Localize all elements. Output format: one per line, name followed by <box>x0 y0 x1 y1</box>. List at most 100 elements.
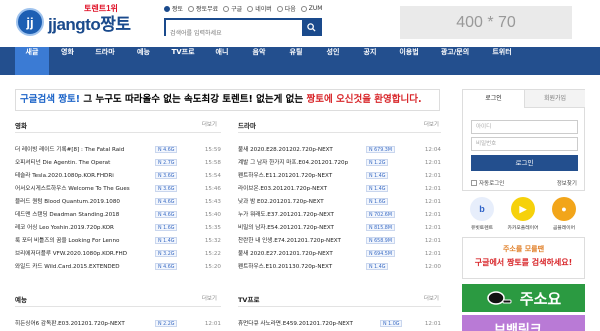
list-item[interactable]: 테슬라 Tesla.2020.1080p.KOR.FHDRi N 3.6G 15:5… <box>15 171 221 181</box>
item-title[interactable]: 계발 그 남자 한가지 마프.E04.201201.720p <box>238 158 363 168</box>
nav-item-new[interactable]: 새글 <box>15 47 49 75</box>
item-title[interactable]: 누가 뭐래도.E37.201201.720p-NEXT <box>238 210 363 220</box>
search-button[interactable] <box>302 20 320 34</box>
more-link[interactable]: 더보기 <box>424 120 439 128</box>
nav-item-anime[interactable]: 애니 <box>204 47 240 75</box>
search-option-naver[interactable]: 네이버 <box>247 4 272 13</box>
more-link[interactable]: 더보기 <box>424 294 439 302</box>
item-time: 12:01 <box>424 321 441 327</box>
list-item[interactable]: 계발 그 남자 한가지 마프.E04.201201.720p N 1.2G 12:0… <box>238 158 441 168</box>
promo-line-2: 구글에서 짱토를 검색하세요! <box>474 258 573 267</box>
app-kakao-player[interactable]: ▶ 카카오플레이어 <box>503 197 543 235</box>
item-title[interactable]: 브리에저더플루 VFW.2020.1080p.KOR.FHD <box>15 249 152 259</box>
tab-login[interactable]: 로그인 <box>463 90 524 108</box>
list-item[interactable]: 찬란한 내 인생.E74.201201.720p-NEXT N 658.9M 12:… <box>238 236 441 246</box>
search-input[interactable] <box>166 26 302 41</box>
divider <box>15 306 221 307</box>
item-title[interactable]: 더 레이빙 레이드 기록#[8] : The Fatal Raid <box>15 145 152 155</box>
nav-item-drama[interactable]: 드라마 <box>86 47 124 75</box>
app-gom-player[interactable]: ● 곰플레이어 <box>544 197 584 235</box>
ad-banner[interactable]: 400 * 70 <box>400 6 572 39</box>
list-item[interactable]: 브리에저더플루 VFW.2020.1080p.KOR.FHD N 3.2G 15:2… <box>15 249 221 259</box>
item-title[interactable]: 어서오시게스트하우스 Welcome To The Gues <box>15 184 152 194</box>
item-title[interactable]: 불새 2020.E27.201201.720p-NEXT <box>238 249 363 259</box>
app-label: 카카오플레이어 <box>507 226 539 231</box>
logo-mark[interactable]: jj <box>16 8 44 36</box>
list-item[interactable]: 더 레이빙 레이드 기록#[8] : The Fatal Raid N 4.6G 1… <box>15 145 221 155</box>
welcome-part1: 구글검색 짱토! <box>20 94 81 105</box>
section-title: 예능 <box>15 296 27 304</box>
nav-item-utility[interactable]: 유틸 <box>278 47 314 75</box>
nav-item-tv[interactable]: TV프로 <box>163 47 203 75</box>
item-title[interactable]: 룩 포터 비틀즈의 꿈을 Looking For Lenno <box>15 236 152 246</box>
list-item[interactable]: 레코 어싱 Leo Yoshin.2019.720p.KOR N 1.6G 15:3… <box>15 223 221 233</box>
item-title[interactable]: 라이브온.E03.201201.720p-NEXT <box>238 184 363 194</box>
size-badge: N 1.4G <box>366 263 389 270</box>
list-item[interactable]: 블러드 퀀텀 Blood Quantum.2019.1080 N 4.6G 15:4… <box>15 197 221 207</box>
item-title[interactable]: 테슬라 Tesla.2020.1080p.KOR.FHDRi <box>15 171 152 181</box>
nav-item-twitter[interactable]: 트위터 <box>481 47 523 75</box>
list-item[interactable]: 히든싱어6 감독판.E03.201201.720p-NEXT N 2.2G 12:0… <box>15 319 221 329</box>
item-title[interactable]: 펜트하우스.E11.201201.720p-NEXT <box>238 171 363 181</box>
app-label: 유빗토렌트 <box>470 226 494 231</box>
search-option-jjangto[interactable]: 짱토 <box>164 4 183 13</box>
list-item[interactable]: 오피셔티넌 Die Agentin. The Operat N 2.7G 15:58 <box>15 158 221 168</box>
item-title[interactable]: 레코 어싱 Leo Yoshin.2019.720p.KOR <box>15 223 152 233</box>
search-option-daum[interactable]: 다음 <box>276 4 296 13</box>
tab-register[interactable]: 회원가입 <box>524 90 585 108</box>
list-item[interactable]: 비밀의 남자.E54.201201.720p-NEXT N 815.8M 12:01 <box>238 223 441 233</box>
list-item[interactable]: 누가 뭐래도.E37.201201.720p-NEXT N 702.6M 12:01 <box>238 210 441 220</box>
item-title[interactable]: 와일드 카드 Wild.Card.2015.EXTENDED <box>15 262 152 272</box>
list-item[interactable]: 와일드 카드 Wild.Card.2015.EXTENDED N 4.6G 15:2… <box>15 262 221 272</box>
nav-item-guide[interactable]: 이용법 <box>389 47 429 75</box>
nav-item-ad-inquiry[interactable]: 광고/문의 <box>430 47 480 75</box>
item-title[interactable]: 펜트하우스.E10.201130.720p-NEXT <box>238 262 363 272</box>
list-item[interactable]: 펜트하우스.E10.201130.720p-NEXT N 1.4G 12:00 <box>238 262 441 272</box>
list-item[interactable]: 펜트하우스.E11.201201.720p-NEXT N 1.4G 12:01 <box>238 171 441 181</box>
app-links: b 유빗토렌트 ▶ 카카오플레이어 ● 곰플레이어 <box>462 197 585 235</box>
nav-item-notice[interactable]: 공지 <box>352 47 388 75</box>
list-item[interactable]: 낮과 밤 E02.201201.720p-NEXT N 1.6G 12:01 <box>238 197 441 207</box>
search-promo[interactable]: 주소를 모를땐 구글에서 짱토를 검색하세요! <box>462 237 585 279</box>
item-time: 15:32 <box>204 238 221 244</box>
nav-item-adult[interactable]: 성인 <box>315 47 351 75</box>
item-title[interactable]: 블러드 퀀텀 Blood Quantum.2019.1080 <box>15 197 152 207</box>
app-ubit-torrent[interactable]: b 유빗토렌트 <box>462 197 502 235</box>
search-option-zum[interactable]: ZUM <box>300 4 322 13</box>
size-badge: N 1.0G <box>380 320 403 327</box>
login-button[interactable]: 로그인 <box>471 155 578 171</box>
size-badge: N 694.5M <box>366 250 395 257</box>
item-time: 15:54 <box>204 173 221 179</box>
item-title[interactable]: 비밀의 남자.E54.201201.720p-NEXT <box>238 223 363 233</box>
password-field[interactable]: 비밀번호 <box>471 137 578 151</box>
item-time: 15:40 <box>204 212 221 218</box>
nav-item-variety[interactable]: 예능 <box>125 47 162 75</box>
search-option-google[interactable]: 구글 <box>223 4 242 13</box>
item-title[interactable]: 불새 2020.E28.201202.720p-NEXT <box>238 145 363 155</box>
item-title[interactable]: 찬란한 내 인생.E74.201201.720p-NEXT <box>238 236 363 246</box>
item-title[interactable]: 히든싱어6 감독판.E03.201201.720p-NEXT <box>15 319 152 329</box>
list-item[interactable]: 라이브온.E03.201201.720p-NEXT N 1.4G 12:01 <box>238 184 441 194</box>
auto-login-checkbox[interactable]: 자동로그인 <box>471 179 504 187</box>
item-title[interactable]: 낮과 밤 E02.201201.720p-NEXT <box>238 197 363 207</box>
list-item[interactable]: 불새 2020.E27.201201.720p-NEXT N 694.5M 12:0… <box>238 249 441 259</box>
ubit-torrent-icon: b <box>470 197 494 221</box>
list-item[interactable]: 데드맨 스탠딩 Deadman Standing.2018 N 4.6G 15:40 <box>15 210 221 220</box>
jusoyo-banner[interactable]: 주소요 <box>462 284 585 312</box>
search-option-jjangto-free[interactable]: 짱토무료 <box>188 4 218 13</box>
list-item[interactable]: 불새 2020.E28.201202.720p-NEXT N 679.3M 12:0… <box>238 145 441 155</box>
item-title[interactable]: 데드맨 스탠딩 Deadman Standing.2018 <box>15 210 152 220</box>
username-field[interactable]: 아이디 <box>471 120 578 134</box>
size-badge: N 1.6G <box>155 224 178 231</box>
item-title[interactable]: 오피셔티넌 Die Agentin. The Operat <box>15 158 152 168</box>
nav-item-music[interactable]: 음악 <box>241 47 277 75</box>
more-link[interactable]: 더보기 <box>202 294 217 302</box>
list-item[interactable]: 어서오시게스트하우스 Welcome To The Gues N 3.6G 15:4… <box>15 184 221 194</box>
item-title[interactable]: 휴먼다큐 사노라면.E459.201201.720p-NEXT <box>238 319 377 329</box>
list-item[interactable]: 휴먼다큐 사노라면.E459.201201.720p-NEXT N 1.0G 12:… <box>238 319 441 329</box>
nav-item-movie[interactable]: 영화 <box>50 47 85 75</box>
purple-banner[interactable]: 브밴링크 <box>462 315 585 331</box>
find-account-link[interactable]: 정보찾기 <box>557 179 577 187</box>
more-link[interactable]: 더보기 <box>202 120 217 128</box>
list-item[interactable]: 룩 포터 비틀즈의 꿈을 Looking For Lenno N 1.4G 15:3… <box>15 236 221 246</box>
